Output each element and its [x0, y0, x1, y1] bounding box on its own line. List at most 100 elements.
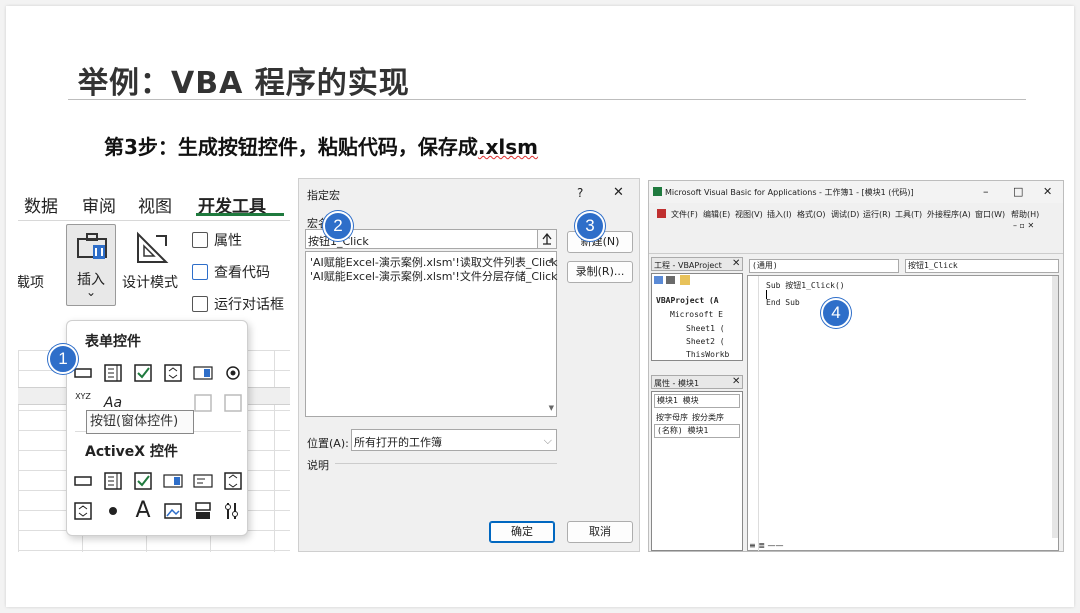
dialog-title: 指定宏	[307, 189, 340, 202]
listbox-control-icon[interactable]	[193, 363, 213, 383]
tree-item-sheet2[interactable]: Sheet2 (	[686, 337, 725, 346]
disabled-listbox-icon	[193, 393, 213, 413]
description-divider	[335, 463, 557, 464]
checkbox-control-icon[interactable]	[133, 363, 153, 383]
ok-button[interactable]: 确定	[489, 521, 555, 543]
combobox-control-icon[interactable]	[103, 363, 123, 383]
up-arrow-icon	[542, 232, 552, 245]
close-icon[interactable]: ✕	[732, 376, 740, 387]
design-mode-button[interactable]: 设计模式	[122, 272, 178, 292]
scroll-down-icon[interactable]: ▼	[549, 404, 554, 412]
menu-format[interactable]: 格式(O)	[797, 209, 826, 220]
toolbox-icon	[77, 233, 107, 259]
project-tree: VBAProject (A Microsoft E Sheet1 ( Sheet…	[651, 273, 743, 361]
ax-checkbox-icon[interactable]	[133, 471, 153, 491]
maximize-icon[interactable]: □	[1013, 185, 1023, 198]
close-icon[interactable]: ✕	[732, 258, 740, 269]
menu-help[interactable]: 帮助(H)	[1011, 209, 1039, 220]
properties-button[interactable]: 属性	[192, 230, 242, 250]
menu-run[interactable]: 运行(R)	[863, 209, 891, 220]
minimize-icon[interactable]: –	[983, 185, 989, 198]
help-icon[interactable]: ?	[577, 186, 583, 200]
menu-edit[interactable]: 编辑(E)	[703, 209, 730, 220]
view-code-label: 查看代码	[214, 265, 270, 281]
chevron-down-icon: ⌵	[543, 434, 552, 447]
tab-view[interactable]: 视图	[138, 192, 172, 217]
vba-menubar: 文件(F) 编辑(E) 视图(V) 插入(I) 格式(O) 调试(D) 运行(R…	[649, 205, 1063, 230]
insert-button[interactable]: 插入 ⌄	[66, 224, 116, 306]
vba-titlebar: Microsoft Visual Basic for Applications …	[649, 181, 1063, 203]
props-object-select[interactable]: 模块1 模块	[654, 394, 740, 408]
assign-macro-dialog: 指定宏 ? ✕ 宏名 按钮1_Click 'AI赋能Excel-演示案例.xls…	[298, 178, 640, 552]
subtitle-extension: .xlsm	[477, 135, 539, 159]
spinner-control-icon[interactable]	[163, 363, 183, 383]
step-badge-3: 3	[575, 211, 605, 241]
run-dialog-label: 运行对话框	[214, 297, 284, 313]
mdi-controls[interactable]: – ▫ ✕	[1013, 221, 1034, 230]
ax-option-icon[interactable]	[103, 501, 123, 521]
menu-window[interactable]: 窗口(W)	[975, 209, 1005, 220]
props-tab-category[interactable]: 按分类序	[692, 412, 724, 423]
collapse-dialog-button[interactable]	[537, 229, 557, 249]
option-button-control-icon[interactable]	[223, 363, 243, 383]
location-select[interactable]: 所有打开的工作簿 ⌵	[351, 429, 557, 451]
vba-window-title: Microsoft Visual Basic for Applications …	[665, 188, 914, 197]
ax-label-icon[interactable]: A	[133, 500, 153, 522]
tree-item-objects[interactable]: Microsoft E	[670, 310, 723, 319]
tab-review[interactable]: 审阅	[82, 192, 116, 217]
props-tab-alpha[interactable]: 按字母序	[656, 412, 688, 423]
code-scrollbar[interactable]	[1052, 276, 1058, 538]
run-dialog-icon	[192, 296, 208, 312]
tree-item-thisworkbook[interactable]: ThisWorkb	[686, 350, 729, 359]
project-pane-title: 工程 - VBAProject	[654, 261, 722, 270]
view-toggle-icons[interactable]: ≡ ≣ ——	[749, 541, 784, 550]
procedure-select[interactable]: 按钮1_Click	[905, 259, 1059, 273]
ax-image-icon[interactable]	[163, 501, 183, 521]
cancel-button[interactable]: 取消	[567, 521, 633, 543]
properties-label: 属性	[214, 233, 242, 249]
ax-scrollbar-icon[interactable]	[223, 471, 243, 491]
chevron-down-icon: ⌄	[86, 285, 97, 299]
project-pane-header: 工程 - VBAProject ✕	[651, 257, 743, 271]
ax-textbox-icon[interactable]	[193, 471, 213, 491]
object-select[interactable]: (通用)	[749, 259, 899, 273]
excel-ribbon-screenshot: 数据 审阅 视图 开发工具 载项 插入 ⌄ 设计模式 属性 查看代码 运行对话框…	[18, 180, 290, 552]
ax-button-icon[interactable]	[73, 471, 93, 491]
menu-tools[interactable]: 工具(T)	[895, 209, 922, 220]
addins-label[interactable]: 载项	[18, 272, 44, 292]
props-pane-title: 属性 - 模块1	[654, 379, 700, 388]
tree-item-project[interactable]: VBAProject (A	[656, 296, 719, 305]
code-line: End Sub	[766, 298, 800, 307]
list-item[interactable]: 'AI赋能Excel-演示案例.xlsm'!文件分层存储_Click	[310, 268, 558, 284]
slide-title: 举例：VBA 程序的实现	[78, 66, 410, 101]
view-object-icon[interactable]	[666, 276, 675, 284]
close-icon[interactable]: ✕	[613, 185, 624, 200]
macro-list[interactable]: 'AI赋能Excel-演示案例.xlsm'!读取文件列表_Click 'AI赋能…	[305, 251, 558, 417]
ax-listbox-icon[interactable]	[163, 471, 183, 491]
toggle-folders-icon[interactable]	[680, 275, 690, 285]
code-margin	[758, 276, 759, 551]
ax-more-controls-icon[interactable]	[223, 501, 243, 521]
props-name-row[interactable]: (名称) 模块1	[654, 424, 740, 438]
close-icon[interactable]: ✕	[1043, 185, 1052, 198]
scroll-up-icon[interactable]: ▲	[549, 256, 554, 264]
menu-debug[interactable]: 调试(D)	[831, 209, 859, 220]
properties-pane: 模块1 模块 按字母序 按分类序 (名称) 模块1	[651, 391, 743, 551]
description-label: 说明	[307, 459, 329, 472]
code-window[interactable]: Sub 按钮1_Click() End Sub	[747, 275, 1059, 551]
record-macro-button[interactable]: 录制(R)...	[567, 261, 633, 283]
tab-data[interactable]: 数据	[24, 192, 58, 217]
tree-item-sheet1[interactable]: Sheet1 (	[686, 324, 725, 333]
menu-insert[interactable]: 插入(I)	[767, 209, 792, 220]
view-code-icon[interactable]	[654, 276, 663, 284]
ax-combobox-icon[interactable]	[103, 471, 123, 491]
menu-view[interactable]: 视图(V)	[735, 209, 763, 220]
view-code-button[interactable]: 查看代码	[192, 262, 270, 282]
menu-file[interactable]: 文件(F)	[671, 209, 698, 220]
properties-icon	[192, 232, 208, 248]
run-dialog-button[interactable]: 运行对话框	[192, 294, 284, 314]
ax-spin-icon[interactable]	[73, 501, 93, 521]
ax-toggle-icon[interactable]	[193, 501, 213, 521]
activex-heading: ActiveX 控件	[85, 444, 178, 460]
menu-addins[interactable]: 外接程序(A)	[927, 209, 971, 220]
